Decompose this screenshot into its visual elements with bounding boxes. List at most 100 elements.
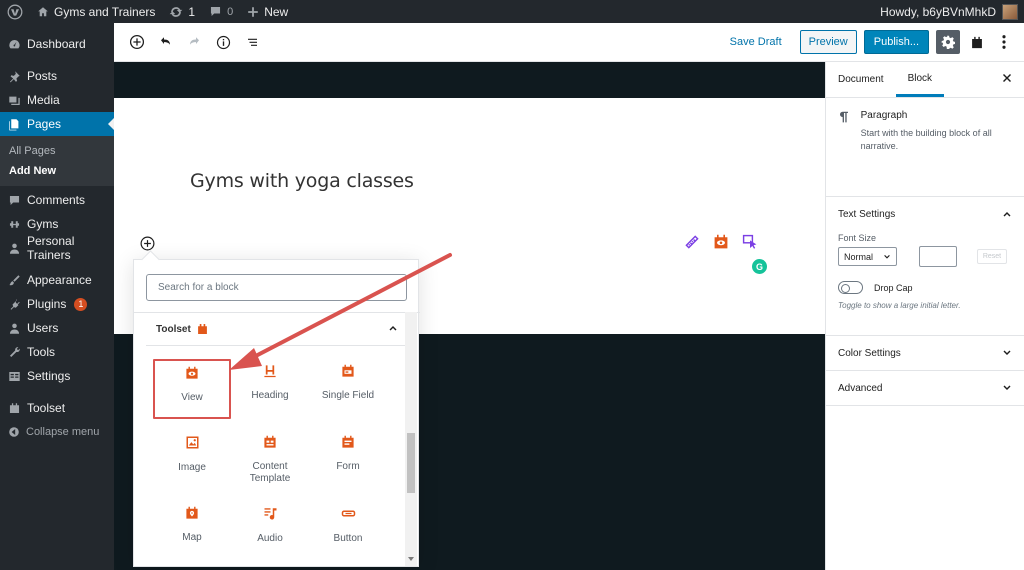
block-single-field[interactable]: Single Field <box>309 359 387 419</box>
collapse-arrow-icon <box>9 427 19 437</box>
advanced-toggle[interactable]: Advanced <box>826 371 1024 405</box>
account-menu[interactable]: Howdy, b6yBVnMhkD <box>880 3 1024 20</box>
gear-icon <box>941 35 955 49</box>
content-info-button[interactable] <box>211 30 236 55</box>
toolset-icon <box>9 402 20 413</box>
block-button[interactable]: Button <box>309 501 387 561</box>
font-size-value: Normal <box>844 251 874 262</box>
post-title[interactable]: Gyms with yoga classes <box>190 170 414 192</box>
sidebar-item-label: Pages <box>27 117 62 131</box>
submenu-all-pages[interactable]: All Pages <box>0 141 114 161</box>
custom-font-size-input[interactable] <box>919 246 957 267</box>
block-view[interactable]: View <box>153 359 231 419</box>
pages-submenu: All Pages Add New <box>0 136 114 186</box>
tab-document[interactable]: Document <box>826 62 896 97</box>
list-icon <box>248 38 257 46</box>
avatar <box>1002 3 1018 20</box>
ruler-icon[interactable] <box>684 234 700 250</box>
sidebar-item-label: Appearance <box>27 273 92 287</box>
block-content-template[interactable]: Content Template <box>231 430 309 490</box>
block-label: Audio <box>257 533 283 544</box>
chevron-up-icon <box>1003 212 1011 217</box>
close-icon[interactable] <box>1002 73 1012 86</box>
wrench-icon <box>9 346 20 357</box>
block-inserter-popover: Search for a block Toolset View Heading … <box>133 259 420 567</box>
color-settings-panel: Color Settings <box>826 336 1024 371</box>
block-navigation-button[interactable] <box>240 30 265 55</box>
comments-link[interactable]: 0 <box>202 0 240 23</box>
brush-icon <box>9 274 20 285</box>
sidebar-item-posts[interactable]: Posts <box>0 64 114 88</box>
add-block-button[interactable] <box>124 30 149 55</box>
refresh-icon <box>170 6 183 17</box>
more-menu-button[interactable] <box>994 30 1014 54</box>
tab-block[interactable]: Block <box>895 62 945 97</box>
chevron-up-icon <box>388 323 398 336</box>
paragraph-icon <box>839 111 848 123</box>
editor-toolbar: Save Draft Preview Publish... <box>114 23 1024 62</box>
color-settings-toggle[interactable]: Color Settings <box>826 336 1024 370</box>
font-size-label: Font Size <box>838 233 877 243</box>
submenu-add-new[interactable]: Add New <box>0 161 114 181</box>
block-list: Toolset View Heading Single Field Image <box>134 312 420 566</box>
block-heading[interactable]: Heading <box>231 359 309 419</box>
toolset-sidebar-button[interactable] <box>967 30 987 54</box>
drop-cap-toggle[interactable] <box>838 281 863 294</box>
redo-button[interactable] <box>182 30 207 55</box>
site-name-link[interactable]: Gyms and Trainers <box>30 0 162 23</box>
reset-font-size-button[interactable]: Reset <box>977 249 1007 264</box>
inline-inserter-icon[interactable] <box>140 236 155 251</box>
sidebar-item-users[interactable]: Users <box>0 316 114 340</box>
publish-button[interactable]: Publish... <box>863 30 929 54</box>
save-draft-button[interactable]: Save Draft <box>730 36 782 48</box>
wordpress-logo-icon[interactable] <box>0 0 30 23</box>
block-audio[interactable]: Audio <box>231 501 309 561</box>
new-content-link[interactable]: New <box>240 0 295 23</box>
preview-button[interactable]: Preview <box>799 30 857 54</box>
admin-bar: Gyms and Trainers 1 0 New Howdy, b6yBVnM… <box>0 0 1024 23</box>
inserter-scrollbar[interactable] <box>405 312 417 566</box>
updates-link[interactable]: 1 <box>162 0 202 23</box>
sidebar-item-plugins[interactable]: Plugins 1 <box>0 292 114 316</box>
sidebar-item-comments[interactable]: Comments <box>0 188 114 212</box>
sidebar-item-label: Toolset <box>27 401 66 415</box>
sidebar-item-pages[interactable]: Pages <box>0 112 114 136</box>
sidebar-item-toolset[interactable]: Toolset <box>0 396 114 420</box>
block-card-title: Paragraph <box>860 110 908 121</box>
block-map[interactable]: Map <box>153 501 231 561</box>
sidebar-item-gyms[interactable]: Gyms <box>0 212 114 236</box>
block-form[interactable]: Form <box>309 430 387 490</box>
chevron-down-icon <box>884 254 890 259</box>
scroll-down-arrow-icon[interactable] <box>408 557 414 564</box>
settings-toggle-button[interactable] <box>936 30 960 54</box>
sidebar-item-label: Gyms <box>27 217 59 231</box>
chevron-down-icon <box>1003 350 1011 355</box>
sidebar-item-dashboard[interactable]: Dashboard <box>0 32 114 56</box>
panel-title: Advanced <box>838 382 883 394</box>
collapse-menu-button[interactable]: Collapse menu <box>0 420 114 444</box>
sidebar-item-media[interactable]: Media <box>0 88 114 112</box>
person-icon <box>9 243 20 254</box>
block-label: Form <box>336 461 360 472</box>
sidebar-item-tools[interactable]: Tools <box>0 340 114 364</box>
audio-icon <box>264 508 276 520</box>
block-image[interactable]: Image <box>153 430 231 490</box>
text-settings-toggle[interactable]: Text Settings <box>826 197 1024 231</box>
scrollbar-thumb[interactable] <box>407 433 415 493</box>
sidebar-item-appearance[interactable]: Appearance <box>0 268 114 292</box>
undo-button[interactable] <box>153 30 178 55</box>
block-search-input[interactable]: Search for a block <box>146 274 407 301</box>
block-label: Content Template <box>249 461 291 484</box>
media-icon <box>9 96 20 105</box>
toolset-panel-toggle[interactable]: Toolset <box>146 313 406 346</box>
chevron-down-icon <box>1003 385 1011 390</box>
sidebar-item-settings[interactable]: Settings <box>0 364 114 388</box>
cursor-select-icon[interactable] <box>742 234 758 250</box>
sidebar-item-label: Plugins <box>27 297 67 311</box>
view-block-icon[interactable] <box>713 234 729 250</box>
content-template-icon <box>264 435 276 448</box>
users-icon <box>9 323 20 334</box>
font-size-select[interactable]: Normal <box>838 247 897 266</box>
sidebar-item-personal-trainers[interactable]: Personal Trainers <box>0 234 114 262</box>
grammarly-icon[interactable]: G <box>752 259 767 274</box>
